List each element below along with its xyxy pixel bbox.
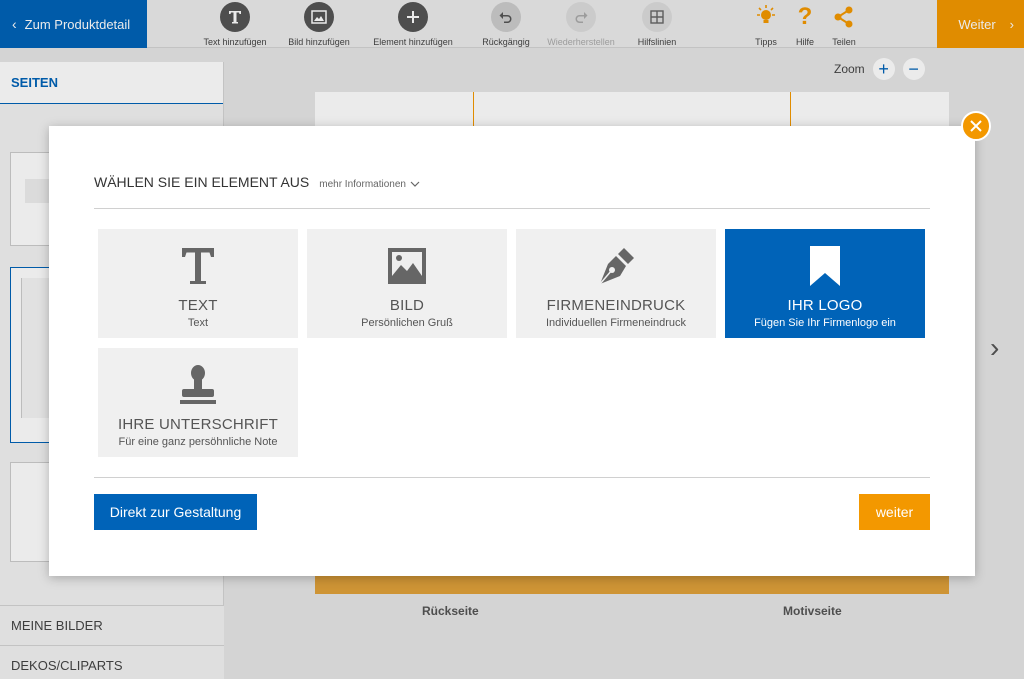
tile-image[interactable]: BILD Persönlichen Gruß xyxy=(307,229,507,338)
chevron-down-icon xyxy=(410,179,420,190)
image-icon xyxy=(387,241,427,291)
modal-next-button[interactable]: weiter xyxy=(859,494,930,530)
tile-subtitle: Text xyxy=(187,317,209,329)
tile-subtitle: Persönlichen Gruß xyxy=(361,317,453,329)
direct-to-design-button[interactable]: Direkt zur Gestaltung xyxy=(94,494,257,530)
more-info-label: mehr Informationen xyxy=(319,179,406,190)
modal-title: WÄHLEN SIE EIN ELEMENT AUS xyxy=(94,174,310,190)
element-picker-modal: WÄHLEN SIE EIN ELEMENT AUS mehr Informat… xyxy=(49,126,975,576)
tile-subtitle: Für eine ganz persöhnliche Note xyxy=(118,436,278,448)
tile-logo[interactable]: IHR LOGO Fügen Sie Ihr Firmenlogo ein xyxy=(725,229,925,338)
tile-text[interactable]: TEXT Text xyxy=(98,229,298,338)
pen-nib-icon xyxy=(594,241,638,291)
tile-title: FIRMENEINDRUCK xyxy=(546,297,686,314)
tile-title: TEXT xyxy=(178,297,218,314)
stamp-icon xyxy=(178,360,218,410)
tile-subtitle: Individuellen Firmeneindruck xyxy=(545,317,686,329)
bookmark-icon xyxy=(809,241,841,291)
tile-title: BILD xyxy=(389,297,425,314)
close-icon[interactable] xyxy=(961,111,991,141)
tile-title: IHRE UNTERSCHRIFT xyxy=(117,416,279,433)
divider xyxy=(94,477,930,478)
tile-company-imprint[interactable]: FIRMENEINDRUCK Individuellen Firmeneindr… xyxy=(516,229,716,338)
tile-subtitle: Fügen Sie Ihr Firmenlogo ein xyxy=(754,317,896,329)
more-info-link[interactable]: mehr Informationen xyxy=(319,179,420,190)
tile-signature[interactable]: IHRE UNTERSCHRIFT Für eine ganz persöhnl… xyxy=(98,348,298,457)
text-icon xyxy=(180,241,216,291)
modal-header: WÄHLEN SIE EIN ELEMENT AUS mehr Informat… xyxy=(94,174,420,190)
divider xyxy=(94,208,930,209)
tile-title: IHR LOGO xyxy=(787,297,863,314)
